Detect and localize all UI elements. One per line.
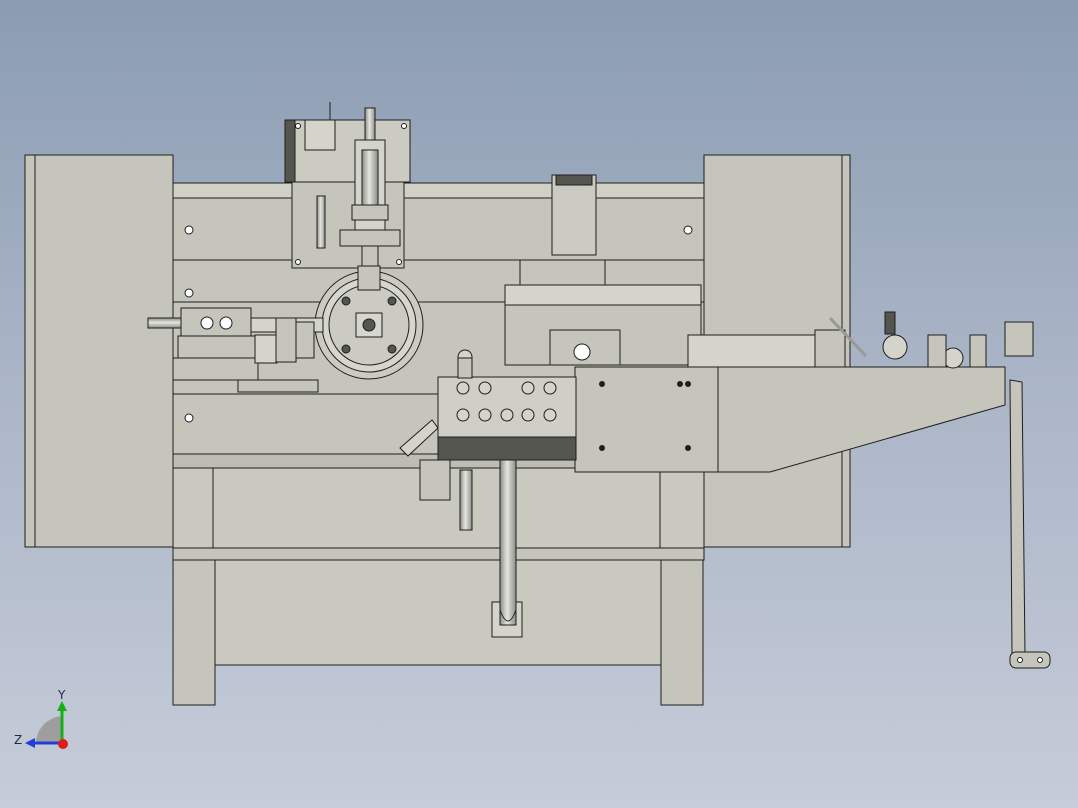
triad-arc: [36, 716, 62, 742]
coordinate-triad: Y Z: [14, 688, 68, 749]
control-panel: [437, 376, 577, 461]
z-axis-label: Z: [14, 733, 22, 747]
machine-model[interactable]: [24, 102, 1051, 706]
base-stand: [172, 547, 705, 706]
cad-viewport[interactable]: Y Z: [0, 0, 1078, 808]
right-bracket-arm: [1004, 321, 1051, 669]
y-axis-arrowhead: [57, 701, 67, 711]
left-side-housing: [24, 154, 174, 548]
top-cylinder-unit: [284, 102, 411, 269]
y-axis-label: Y: [57, 688, 66, 702]
z-axis-arrowhead: [25, 738, 35, 748]
x-axis-point: [58, 739, 68, 749]
discharge-chute: [574, 366, 1006, 473]
